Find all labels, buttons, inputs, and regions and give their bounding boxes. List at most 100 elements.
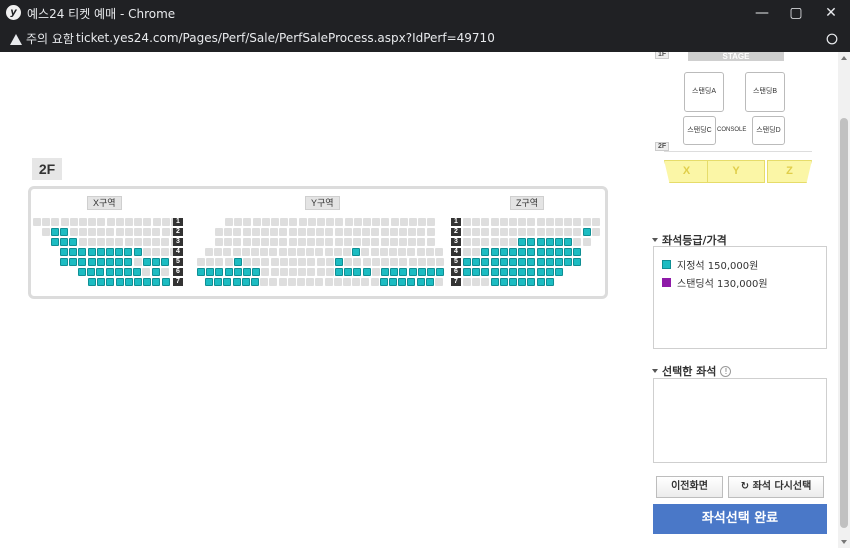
seat-available[interactable] bbox=[500, 278, 508, 286]
seat-available[interactable] bbox=[518, 258, 526, 266]
seat-available[interactable] bbox=[60, 258, 68, 266]
seat-available[interactable] bbox=[546, 258, 554, 266]
grade-row[interactable]: 지정석 150,000원 bbox=[662, 257, 758, 272]
seat-available[interactable] bbox=[491, 258, 499, 266]
seat-available[interactable] bbox=[252, 268, 260, 276]
seat-available[interactable] bbox=[106, 268, 114, 276]
seat-available[interactable] bbox=[518, 278, 526, 286]
standing-a[interactable]: 스탠딩A bbox=[684, 72, 724, 112]
seat-available[interactable] bbox=[546, 248, 554, 256]
seat-available[interactable] bbox=[162, 278, 170, 286]
seat-available[interactable] bbox=[546, 238, 554, 246]
scroll-down-icon[interactable] bbox=[841, 540, 847, 544]
seat-available[interactable] bbox=[69, 248, 77, 256]
seat-available[interactable] bbox=[472, 268, 480, 276]
seat-available[interactable] bbox=[205, 278, 213, 286]
standing-d[interactable]: 스탠딩D bbox=[752, 116, 785, 145]
grade-row[interactable]: 스탠딩석 130,000원 bbox=[662, 275, 768, 290]
seat-available[interactable] bbox=[509, 248, 517, 256]
seat-available[interactable] bbox=[116, 278, 124, 286]
seat-available[interactable] bbox=[518, 238, 526, 246]
seat-available[interactable] bbox=[233, 278, 241, 286]
seat-available[interactable] bbox=[96, 268, 104, 276]
info-icon[interactable]: ! bbox=[720, 365, 732, 377]
seat-available[interactable] bbox=[390, 268, 398, 276]
seat-available[interactable] bbox=[133, 268, 141, 276]
seat-available[interactable] bbox=[134, 278, 142, 286]
seat-available[interactable] bbox=[115, 268, 123, 276]
seat-available[interactable] bbox=[115, 248, 123, 256]
seat-available[interactable] bbox=[527, 238, 535, 246]
seat-available[interactable] bbox=[124, 258, 132, 266]
seat-available[interactable] bbox=[152, 268, 160, 276]
seat-available[interactable] bbox=[527, 258, 535, 266]
seat-available[interactable] bbox=[509, 268, 517, 276]
seat-available[interactable] bbox=[463, 258, 471, 266]
seat-available[interactable] bbox=[115, 258, 123, 266]
seat-available[interactable] bbox=[481, 258, 489, 266]
seat-available[interactable] bbox=[518, 248, 526, 256]
seat-available[interactable] bbox=[427, 268, 435, 276]
seat-available[interactable] bbox=[537, 258, 545, 266]
seat-available[interactable] bbox=[564, 238, 572, 246]
seat-available[interactable] bbox=[51, 228, 59, 236]
seat-available[interactable] bbox=[87, 268, 95, 276]
seat-available[interactable] bbox=[537, 238, 545, 246]
security-warning-chip[interactable]: 주의 요함 bbox=[6, 30, 78, 48]
scrollbar-thumb[interactable] bbox=[840, 118, 848, 528]
seat-available[interactable] bbox=[555, 258, 563, 266]
seat-available[interactable] bbox=[124, 268, 132, 276]
seat-available[interactable] bbox=[491, 268, 499, 276]
section-z[interactable]: Z bbox=[767, 160, 812, 183]
close-button[interactable]: ✕ bbox=[822, 4, 840, 22]
seat-available[interactable] bbox=[564, 258, 572, 266]
seat-available[interactable] bbox=[509, 278, 517, 286]
seat-available[interactable] bbox=[97, 258, 105, 266]
seat-available[interactable] bbox=[518, 268, 526, 276]
zoom-icon[interactable] bbox=[826, 33, 838, 45]
seat-available[interactable] bbox=[500, 258, 508, 266]
seat-available[interactable] bbox=[106, 258, 114, 266]
seat-available[interactable] bbox=[491, 278, 499, 286]
seat-available[interactable] bbox=[527, 278, 535, 286]
seat-available[interactable] bbox=[409, 268, 417, 276]
seat-available[interactable] bbox=[389, 278, 397, 286]
seat-available[interactable] bbox=[206, 268, 214, 276]
seat-available[interactable] bbox=[335, 268, 343, 276]
seat-available[interactable] bbox=[243, 268, 251, 276]
seat-available[interactable] bbox=[546, 278, 554, 286]
seat-available[interactable] bbox=[527, 268, 535, 276]
seat-available[interactable] bbox=[472, 258, 480, 266]
seat-available[interactable] bbox=[537, 268, 545, 276]
url-text[interactable]: ticket.yes24.com/Pages/Perf/Sale/PerfSal… bbox=[76, 31, 495, 45]
seat-available[interactable] bbox=[500, 248, 508, 256]
seat-available[interactable] bbox=[152, 278, 160, 286]
seat-available[interactable] bbox=[97, 248, 105, 256]
seat-available[interactable] bbox=[161, 258, 169, 266]
seat-available[interactable] bbox=[436, 268, 444, 276]
seat-available[interactable] bbox=[60, 238, 68, 246]
seat-available[interactable] bbox=[134, 248, 142, 256]
seat-available[interactable] bbox=[527, 248, 535, 256]
seat-available[interactable] bbox=[426, 278, 434, 286]
seat-available[interactable] bbox=[234, 258, 242, 266]
seat-available[interactable] bbox=[143, 278, 151, 286]
seat-available[interactable] bbox=[88, 258, 96, 266]
seat-available[interactable] bbox=[78, 258, 86, 266]
seat-available[interactable] bbox=[51, 238, 59, 246]
seat-available[interactable] bbox=[234, 268, 242, 276]
reselect-seat-button[interactable]: ↻ 좌석 다시선택 bbox=[728, 476, 824, 498]
seat-available[interactable] bbox=[124, 248, 132, 256]
seat-available[interactable] bbox=[225, 268, 233, 276]
scroll-up-icon[interactable] bbox=[841, 56, 847, 60]
seat-available[interactable] bbox=[78, 268, 86, 276]
scrollbar[interactable] bbox=[838, 52, 850, 548]
seat-available[interactable] bbox=[88, 278, 96, 286]
seat-available[interactable] bbox=[463, 268, 471, 276]
seat-available[interactable] bbox=[564, 248, 572, 256]
seat-available[interactable] bbox=[537, 248, 545, 256]
seat-available[interactable] bbox=[353, 268, 361, 276]
seat-available[interactable] bbox=[106, 248, 114, 256]
seat-available[interactable] bbox=[381, 268, 389, 276]
minimize-button[interactable]: — bbox=[753, 4, 771, 22]
